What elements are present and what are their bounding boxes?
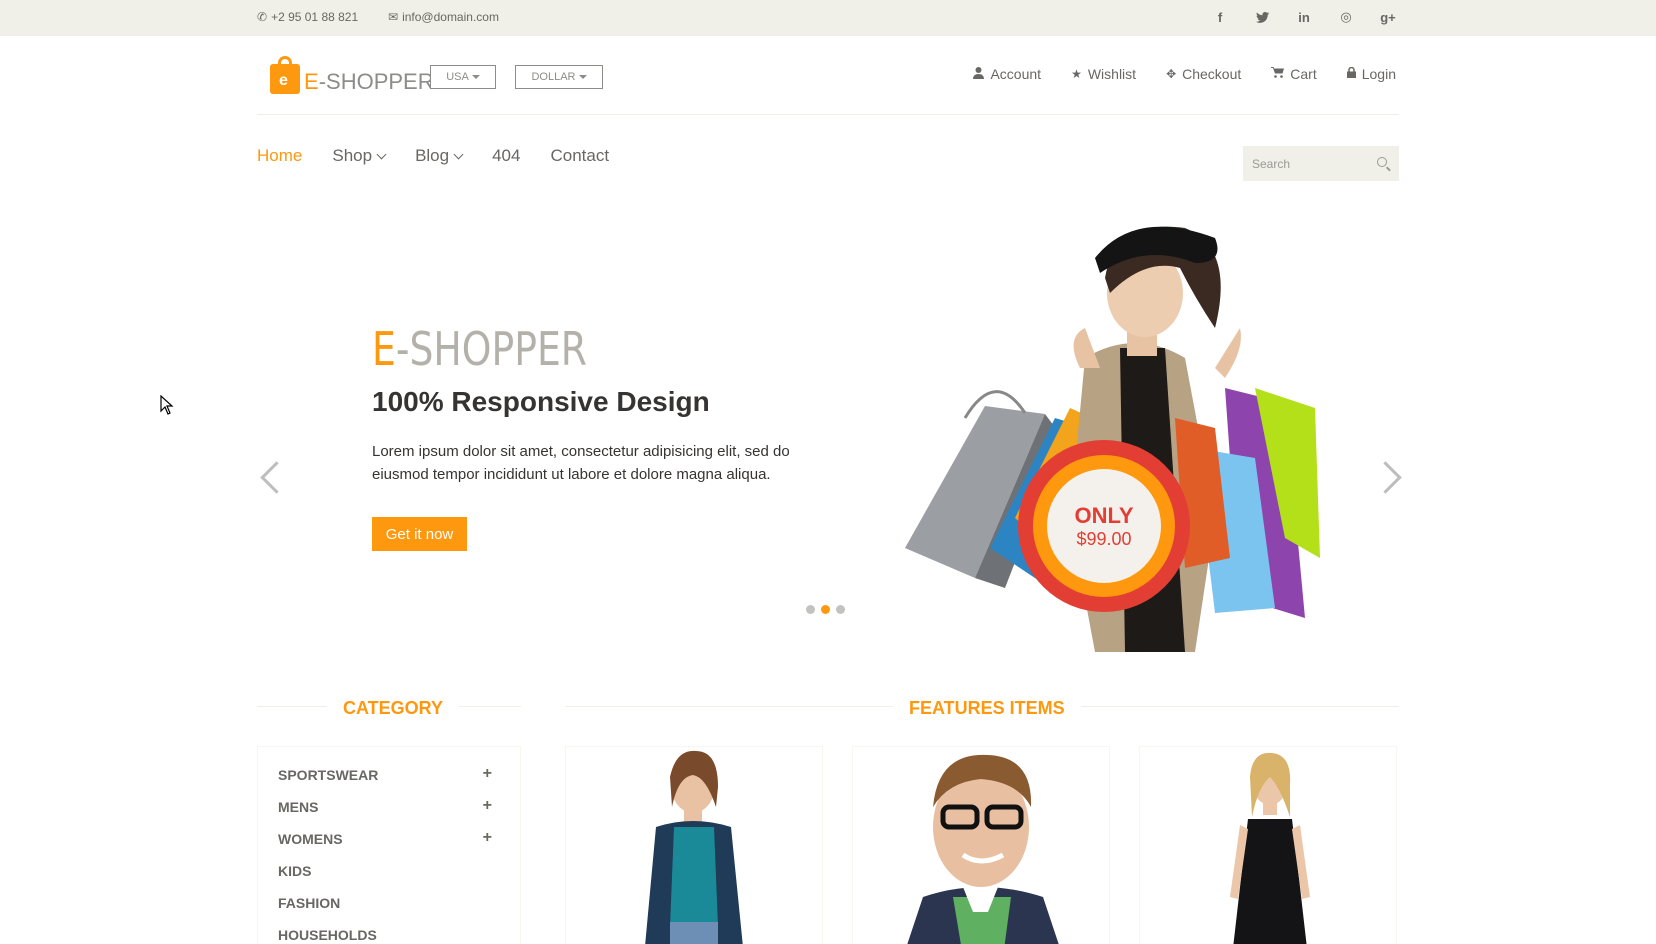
search-input[interactable]: Search (1243, 146, 1399, 181)
nav-checkout-label: Checkout (1182, 66, 1242, 82)
product-card[interactable] (852, 746, 1110, 944)
category-title: CATEGORY (327, 698, 460, 719)
phone-number: +2 95 01 88 821 (271, 10, 359, 24)
user-icon (973, 66, 985, 82)
plus-icon[interactable]: + (483, 797, 492, 815)
nav-blog[interactable]: Blog (415, 146, 464, 166)
plus-icon[interactable]: + (483, 765, 492, 783)
nav-wishlist[interactable]: ★ Wishlist (1071, 66, 1136, 82)
chevron-down-icon (453, 149, 464, 159)
twitter-icon[interactable] (1254, 9, 1270, 25)
slider-prev-arrow[interactable] (257, 458, 277, 494)
product-image (645, 750, 743, 944)
country-dropdown[interactable]: USA (430, 65, 496, 89)
category-item-fashion[interactable]: FASHION (278, 895, 340, 911)
phone-icon: ✆ (257, 10, 268, 24)
category-item-households[interactable]: HOUSEHOLDS (278, 927, 377, 943)
product-card[interactable] (565, 746, 823, 944)
currency-dropdown[interactable]: DOLLAR (515, 65, 603, 89)
phone-contact: ✆ +2 95 01 88 821 (257, 10, 358, 24)
nav-contact[interactable]: Contact (550, 146, 609, 166)
nav-login-label: Login (1361, 66, 1396, 82)
plus-icon[interactable]: + (483, 829, 492, 847)
caret-down-icon (471, 75, 480, 79)
dribbble-icon[interactable]: ◎ (1338, 9, 1354, 25)
slide-subtitle: 100% Responsive Design (372, 386, 710, 417)
price-badge: ONLY $99.00 (1018, 440, 1190, 612)
email-address[interactable]: info@domain.com (402, 10, 499, 24)
product-image (1230, 752, 1310, 944)
facebook-icon[interactable]: f (1212, 9, 1228, 25)
logo-text: E-SHOPPER (304, 69, 434, 94)
nav-404[interactable]: 404 (492, 146, 520, 166)
product-card[interactable] (1139, 746, 1397, 944)
caret-down-icon (578, 75, 587, 79)
category-item-sportswear[interactable]: SPORTSWEAR (278, 767, 378, 783)
linkedin-icon[interactable]: in (1296, 9, 1312, 25)
user-nav: Account ★ Wishlist ✥ Checkout Cart Login (973, 66, 1396, 82)
category-item-kids[interactable]: KIDS (278, 863, 311, 879)
nav-account-label: Account (990, 66, 1042, 82)
category-item-womens[interactable]: WOMENS (278, 831, 343, 847)
slider-dot-3[interactable] (836, 605, 845, 614)
google-plus-icon[interactable]: g+ (1380, 9, 1396, 25)
nav-account[interactable]: Account (973, 66, 1041, 82)
search-placeholder: Search (1252, 156, 1291, 171)
chevron-down-icon (376, 149, 387, 159)
nav-shop[interactable]: Shop (332, 146, 387, 166)
main-nav: Home Shop Blog 404 Contact (257, 146, 609, 166)
category-panel: SPORTSWEAR + MENS + WOMENS + KIDS FASHIO… (257, 746, 521, 944)
nav-cart[interactable]: Cart (1271, 66, 1317, 82)
get-it-now-button[interactable]: Get it now (372, 517, 467, 551)
features-items-title: FEATURES ITEMS (893, 698, 1081, 719)
badge-only-label: ONLY (1074, 502, 1134, 528)
badge-price: $99.00 (1076, 528, 1132, 549)
header-divider (257, 114, 1399, 115)
slider-dot-1[interactable] (806, 605, 815, 614)
top-contact-bar: ✆ +2 95 01 88 821 ✉ info@domain.com f in… (0, 0, 1656, 36)
logo[interactable]: e E-SHOPPER (270, 56, 434, 94)
search-icon[interactable] (1377, 157, 1387, 167)
currency-value: DOLLAR (531, 71, 576, 83)
cart-icon (1271, 67, 1285, 81)
nav-checkout[interactable]: ✥ Checkout (1166, 66, 1241, 82)
mouse-cursor-icon (160, 395, 174, 415)
nav-wishlist-label: Wishlist (1087, 66, 1137, 82)
country-value: USA (446, 71, 469, 83)
slider-dot-2[interactable] (821, 605, 830, 614)
envelope-icon: ✉ (388, 10, 399, 24)
category-item-mens[interactable]: MENS (278, 799, 318, 815)
star-icon: ★ (1071, 67, 1082, 81)
nav-home[interactable]: Home (257, 146, 302, 166)
crosshairs-icon: ✥ (1166, 67, 1177, 81)
nav-login[interactable]: Login (1346, 66, 1396, 82)
nav-cart-label: Cart (1290, 66, 1317, 82)
slider-next-arrow[interactable] (1380, 458, 1400, 494)
slider-indicators (806, 605, 845, 614)
social-links: f in ◎ g+ (1212, 9, 1396, 25)
slide-title: E-SHOPPER (372, 322, 587, 376)
slide-text: Lorem ipsum dolor sit amet, consectetur … (372, 443, 790, 483)
email-contact[interactable]: ✉ info@domain.com (388, 10, 499, 24)
product-image (907, 754, 1059, 944)
shopping-bag-icon: e (270, 56, 300, 94)
lock-icon (1346, 66, 1356, 81)
